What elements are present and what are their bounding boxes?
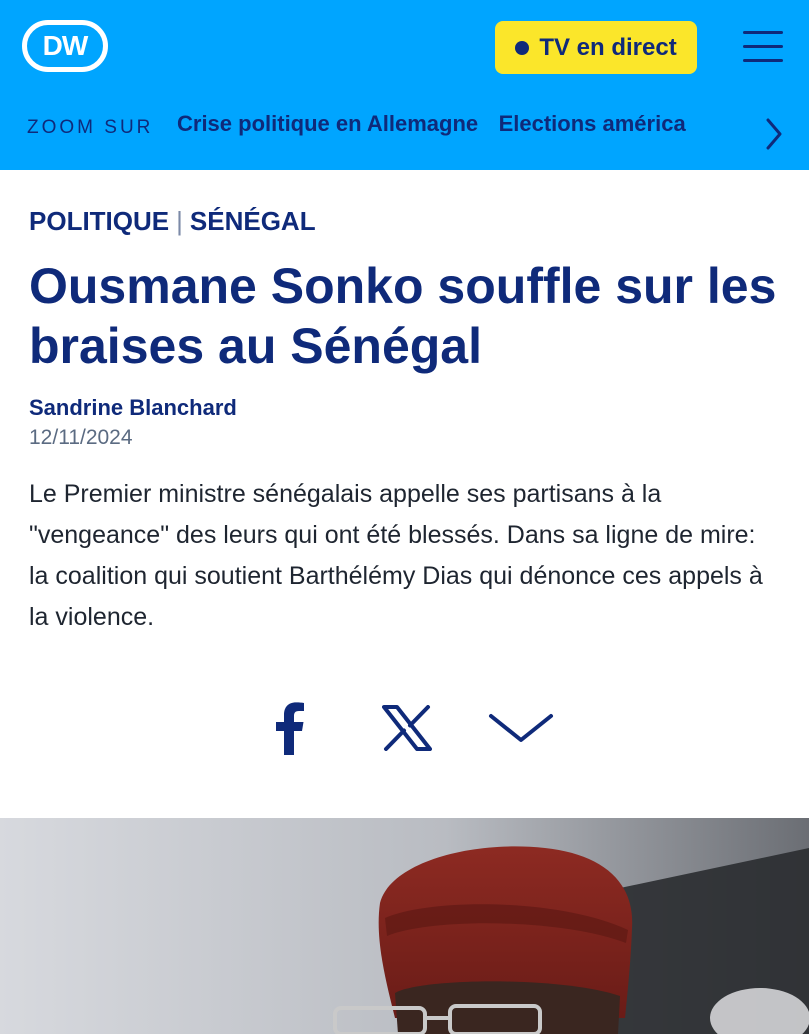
facebook-icon[interactable] xyxy=(262,696,318,760)
dw-logo[interactable]: DW xyxy=(22,20,108,72)
category-senegal[interactable]: SÉNÉGAL xyxy=(190,206,316,236)
article-author[interactable]: Sandrine Blanchard xyxy=(29,395,237,421)
article-photo[interactable] xyxy=(0,818,809,1034)
article-title: Ousmane Sonko souffle sur les braises au… xyxy=(29,258,777,374)
kicker-separator: | xyxy=(176,206,183,236)
category-politique[interactable]: POLITIQUE xyxy=(29,206,169,236)
live-dot-icon xyxy=(515,40,530,55)
topics-nav: Crise politique en Allemagne Elections a… xyxy=(177,111,737,145)
x-icon[interactable] xyxy=(377,696,437,760)
hamburger-menu-icon[interactable] xyxy=(743,30,783,64)
site-header: DW TV en direct ZOOM SUR Crise politique… xyxy=(0,0,809,170)
tv-live-button[interactable]: TV en direct xyxy=(495,21,697,74)
topic-link-elections[interactable]: Elections américa xyxy=(499,111,686,136)
zoom-sur-label: ZOOM SUR xyxy=(27,117,154,138)
chevron-down-icon[interactable] xyxy=(486,696,556,760)
article-kicker: POLITIQUE | SÉNÉGAL xyxy=(29,206,316,237)
chevron-right-icon[interactable] xyxy=(760,114,786,154)
tv-live-label: TV en direct xyxy=(539,33,677,61)
logo-text: DW xyxy=(42,30,89,61)
article-lead: Le Premier ministre sénégalais appelle s… xyxy=(29,480,763,631)
article-date: 12/11/2024 xyxy=(29,426,133,449)
topic-link-allemagne[interactable]: Crise politique en Allemagne xyxy=(177,111,478,136)
